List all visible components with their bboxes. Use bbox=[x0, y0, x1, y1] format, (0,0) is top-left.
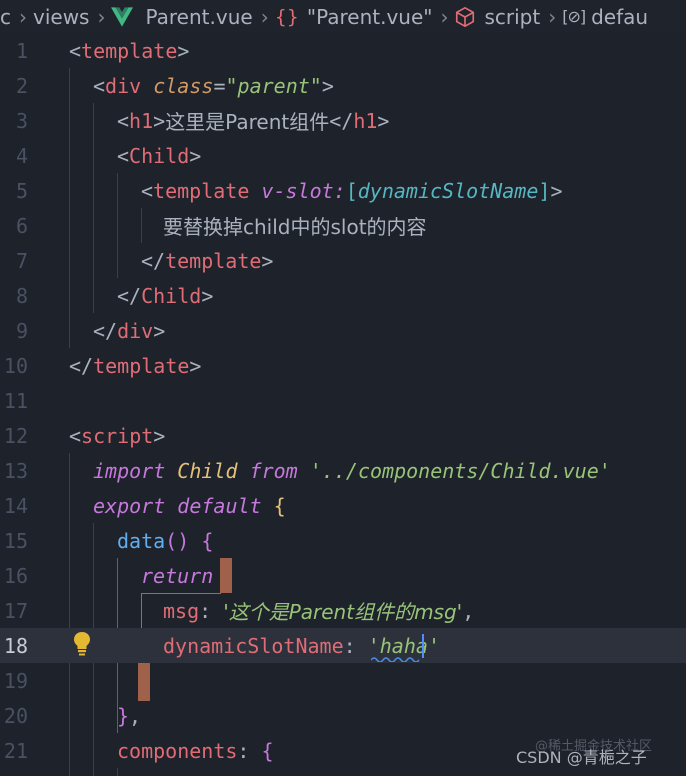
line-number: 5 bbox=[15, 178, 28, 203]
chevron-right-icon: › bbox=[440, 4, 449, 29]
chevron-right-icon: › bbox=[19, 4, 27, 29]
code-line: 7 </template > bbox=[0, 243, 686, 278]
line-number: 14 bbox=[3, 493, 28, 518]
code-line: 6 要替换掉child中的slot的内容 bbox=[0, 208, 686, 243]
line-number: 3 bbox=[15, 108, 28, 133]
chevron-right-icon: › bbox=[260, 4, 269, 29]
breadcrumb-item-script[interactable]: script bbox=[454, 5, 540, 29]
line-number: 11 bbox=[3, 388, 28, 413]
line-number: 21 bbox=[3, 738, 28, 763]
line-number: 15 bbox=[3, 528, 28, 553]
code-line: 20 }, bbox=[0, 698, 686, 733]
spellcheck-squiggle bbox=[371, 657, 420, 662]
code-line: 16 return bbox=[0, 558, 686, 593]
bracket-link-icon: [⊘] bbox=[562, 7, 586, 26]
line-number: 20 bbox=[3, 703, 28, 728]
breadcrumb-item-views[interactable]: views bbox=[33, 5, 89, 29]
breadcrumb-label: views bbox=[33, 4, 90, 29]
line-number: 1 bbox=[15, 38, 28, 63]
code-line: 13 import Child from '../components/Chil… bbox=[0, 453, 686, 488]
breadcrumb-item-module[interactable]: {} "Parent.vue" bbox=[275, 5, 433, 29]
chevron-right-icon: › bbox=[548, 4, 557, 29]
code-editor[interactable]: 1 < template > 2 < div class = "parent" > 3 < h… bbox=[0, 33, 686, 776]
breadcrumb-item-src[interactable]: c bbox=[0, 5, 11, 29]
code-line: 17 msg: '这个是Parent组件的msg', bbox=[0, 593, 686, 628]
code-line: 3 < h1 > 这里是Parent组件 </h1 > bbox=[0, 103, 686, 138]
code-line: 12 < script > bbox=[0, 418, 686, 453]
indent-guide bbox=[117, 768, 118, 776]
chevron-right-icon: › bbox=[97, 4, 106, 29]
code-line: 9 </div > bbox=[0, 313, 686, 348]
breadcrumb-label: script bbox=[484, 4, 541, 29]
code-line: 14 export default { bbox=[0, 488, 686, 523]
braces-icon: {} bbox=[274, 5, 299, 28]
line-number: 2 bbox=[15, 73, 28, 98]
breadcrumb-label: defau bbox=[591, 4, 649, 29]
code-line: 11 bbox=[0, 383, 686, 418]
line-number: 12 bbox=[3, 423, 28, 448]
breadcrumb-label: "Parent.vue" bbox=[306, 4, 433, 29]
lightbulb-icon[interactable] bbox=[73, 631, 91, 657]
breadcrumb-label: Parent.vue bbox=[145, 4, 253, 29]
cube-icon bbox=[456, 6, 475, 27]
line-number: 13 bbox=[3, 458, 28, 483]
code-line-active: 18 dynamicSlotName: ' haha ' bbox=[0, 628, 686, 663]
code-line: 1 < template > bbox=[0, 33, 686, 68]
line-number: 9 bbox=[15, 318, 28, 343]
text-cursor bbox=[422, 634, 424, 658]
code-line: 10 </template > bbox=[0, 348, 686, 383]
code-line: 5 < template v-slot:[dynamicSlotName] > bbox=[0, 173, 686, 208]
line-number: 19 bbox=[3, 668, 28, 693]
code-line: 15 data() { bbox=[0, 523, 686, 558]
watermark: CSDN @青梔之子 bbox=[516, 748, 647, 767]
breadcrumb-item-file[interactable]: Parent.vue bbox=[111, 4, 253, 29]
code-line: 19 bbox=[0, 663, 686, 698]
breadcrumb-item-default[interactable]: [⊘] defau bbox=[562, 5, 648, 29]
code-line: 4 < Child > bbox=[0, 138, 686, 173]
vue-file-icon bbox=[111, 6, 134, 27]
line-number: 17 bbox=[3, 598, 28, 623]
line-number: 16 bbox=[3, 563, 28, 588]
line-number: 7 bbox=[15, 248, 28, 273]
line-number: 4 bbox=[15, 143, 28, 168]
breadcrumb-label: c bbox=[0, 4, 11, 29]
line-number: 6 bbox=[15, 213, 28, 238]
line-number: 10 bbox=[3, 353, 28, 378]
line-number: 18 bbox=[3, 633, 28, 658]
breadcrumb: c › views › Parent.vue › {} "Parent.vue"… bbox=[0, 0, 686, 33]
code-line: 8 </Child > bbox=[0, 278, 686, 313]
line-number: 8 bbox=[15, 283, 28, 308]
code-line: 2 < div class = "parent" > bbox=[0, 68, 686, 103]
